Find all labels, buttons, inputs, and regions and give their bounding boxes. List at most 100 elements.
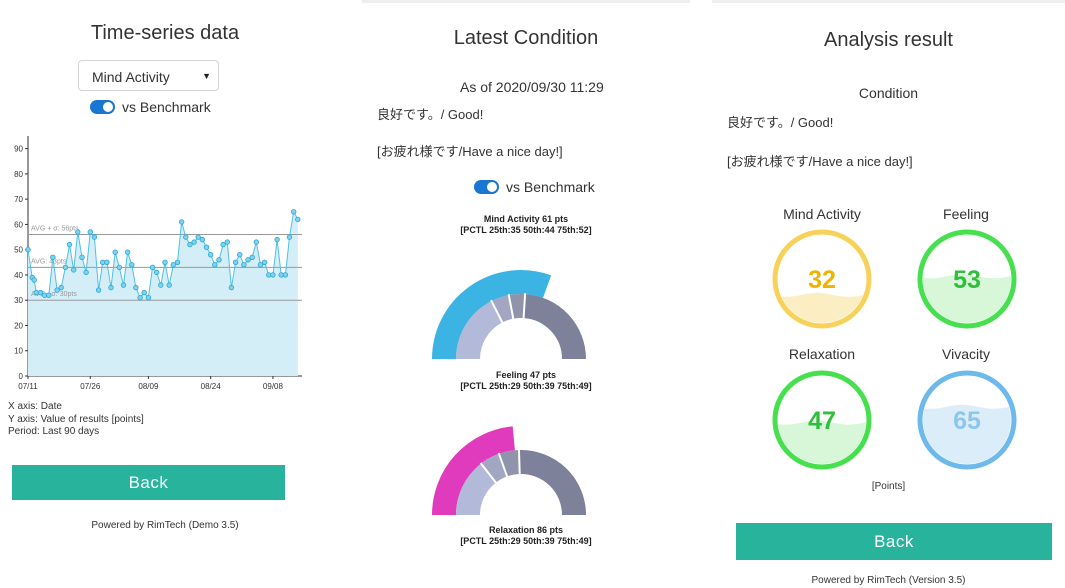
circle-value: 53 xyxy=(953,266,981,294)
data-point xyxy=(75,229,81,235)
data-point xyxy=(58,284,64,291)
data-point xyxy=(120,282,127,288)
data-point xyxy=(291,209,297,215)
y-tick-label: 60 xyxy=(14,220,23,229)
data-point xyxy=(108,284,114,291)
circle-value: 47 xyxy=(808,407,836,435)
data-point xyxy=(170,262,176,268)
time-series-screen: Time-series data Mind Activity ▼ vs Benc… xyxy=(0,0,330,585)
x-tick-label: 09/08 xyxy=(263,382,284,391)
data-point xyxy=(149,264,156,271)
data-point xyxy=(216,257,222,263)
toggle-knob xyxy=(487,182,497,192)
metric-select[interactable]: Mind Activity ▼ xyxy=(78,60,219,91)
data-point xyxy=(183,234,189,240)
circle-value: 32 xyxy=(808,266,836,294)
data-point xyxy=(104,259,110,265)
page-title: Analysis result xyxy=(824,29,953,51)
vivacity-circle: 65 xyxy=(917,370,1017,470)
data-point xyxy=(70,267,77,273)
y-tick-label: 40 xyxy=(14,271,23,280)
data-point xyxy=(249,254,255,260)
data-point xyxy=(207,251,214,258)
data-point xyxy=(95,287,102,293)
data-point xyxy=(224,239,230,245)
data-point xyxy=(133,284,139,291)
benchmark-toggle[interactable] xyxy=(474,180,499,194)
data-point xyxy=(191,239,197,245)
gauge-score: Relaxation 86 pts xyxy=(488,525,564,535)
feeling-circle: 53 xyxy=(917,229,1017,329)
circle-label-relaxation: Relaxation xyxy=(788,346,856,362)
y-axis-note: Y axis: Value of results [points] xyxy=(8,413,144,425)
percentile-segment xyxy=(498,450,521,477)
y-tick-label: 50 xyxy=(14,246,23,255)
points-unit-label: [Points] xyxy=(871,481,906,492)
x-tick-label: 07/11 xyxy=(18,382,38,391)
gauge-score: Feeling 47 pts xyxy=(495,370,557,380)
data-point xyxy=(166,282,172,288)
data-point xyxy=(112,249,118,255)
data-point xyxy=(282,272,289,278)
condition-heading: Condition xyxy=(858,85,919,101)
back-button[interactable]: Back xyxy=(736,523,1052,560)
condition-message: [お疲れ様です/Have a nice day!] xyxy=(377,144,563,159)
data-point xyxy=(253,239,259,245)
data-point xyxy=(261,259,268,265)
condition-status: 良好です。/ Good! xyxy=(727,115,834,130)
data-point xyxy=(137,294,143,301)
data-point xyxy=(195,234,201,240)
toggle-knob xyxy=(103,102,113,112)
powered-by: Powered by RimTech (Demo 3.5) xyxy=(91,520,239,531)
data-point xyxy=(199,236,206,243)
page-title: Latest Condition xyxy=(453,27,599,49)
data-point xyxy=(286,234,293,240)
data-point xyxy=(50,254,56,260)
mind-activity-circle: 32 xyxy=(772,229,872,329)
data-point xyxy=(220,241,226,248)
y-tick-label: 20 xyxy=(14,321,23,330)
data-point xyxy=(124,249,131,255)
data-point xyxy=(91,234,98,240)
x-tick-label: 08/09 xyxy=(138,382,159,391)
percentile-segment xyxy=(518,450,586,516)
x-tick-label: 07/26 xyxy=(80,382,101,391)
data-point xyxy=(232,259,239,265)
time-series-chart: 0 10 20 30 40 50 60 70 80 90 07/11 07/26 08/09 08/24 0… xyxy=(14,136,302,391)
gauge-title-feeling: Feeling 47 pts [PCTL 25th:29 50th:39 75t… xyxy=(362,370,690,392)
condition-status: 良好です。/ Good! xyxy=(377,107,484,122)
data-point xyxy=(274,236,280,243)
data-point xyxy=(141,289,147,296)
benchmark-toggle-label: vs Benchmark xyxy=(506,179,595,195)
data-point xyxy=(129,262,135,268)
data-point xyxy=(153,269,160,276)
benchmark-toggle[interactable] xyxy=(90,100,115,114)
data-point xyxy=(212,262,218,268)
relaxation-circle: 47 xyxy=(772,370,872,470)
back-button[interactable]: Back xyxy=(12,465,285,500)
x-tick-label: 08/24 xyxy=(201,382,222,391)
gauge-percentiles: [PCTL 25th:29 50th:39 75th:49] xyxy=(460,536,592,546)
percentile-segment xyxy=(481,453,508,483)
chart-notes: X axis: Date Y axis: Value of results [p… xyxy=(8,401,144,439)
data-point xyxy=(145,294,152,301)
percentile-segment xyxy=(522,294,586,360)
data-point xyxy=(79,254,85,260)
circle-label-feeling: Feeling xyxy=(943,206,989,222)
data-point xyxy=(31,277,37,283)
reference-line-label: AVG + σ: 56pts xyxy=(31,226,79,233)
percentile-divider xyxy=(517,449,521,476)
metric-select-value: Mind Activity xyxy=(92,69,170,85)
data-point xyxy=(178,219,185,225)
data-point xyxy=(46,292,52,298)
data-point xyxy=(236,251,243,258)
gauge-percentiles: [PCTL 25th:35 50th:44 75th:52] xyxy=(460,225,592,235)
data-point xyxy=(116,264,122,271)
analysis-result-screen: Analysis result Condition 良好です。/ Good! [… xyxy=(712,0,1065,588)
benchmark-toggle-row[interactable]: vs Benchmark xyxy=(90,99,211,115)
data-point xyxy=(158,282,164,288)
chevron-down-icon: ▼ xyxy=(202,71,211,81)
benchmark-toggle-row[interactable]: vs Benchmark xyxy=(474,179,595,195)
powered-by: Powered by RimTech (Version 3.5) xyxy=(811,575,966,586)
gauge-mind-activity xyxy=(432,270,586,360)
